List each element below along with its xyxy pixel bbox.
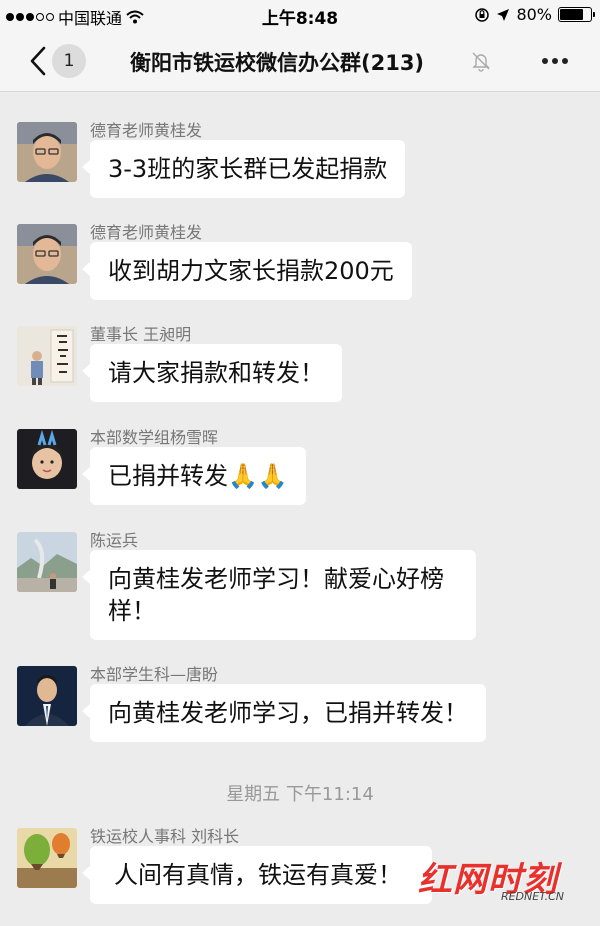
avatar-child-icon <box>17 429 77 489</box>
message-item: 德育老师黄桂发 收到胡力文家长捐款200元 <box>0 219 600 309</box>
avatar[interactable] <box>17 828 77 888</box>
sender-name: 本部数学组杨雪晖 <box>90 428 219 447</box>
avatar[interactable] <box>17 666 77 726</box>
sender-name: 董事长 王昶明 <box>90 325 192 344</box>
message-item: 本部数学组杨雪晖 已捐并转发🙏🙏 <box>0 424 600 514</box>
sender-name: 德育老师黄桂发 <box>90 121 203 140</box>
avatar-calligraphy-icon <box>17 326 77 386</box>
avatar[interactable] <box>17 326 77 386</box>
message-bubble[interactable]: 向黄桂发老师学习，已捐并转发！ <box>82 684 486 742</box>
avatar[interactable] <box>17 224 77 284</box>
sender-name: 陈运兵 <box>90 531 139 550</box>
message-bubble[interactable]: 已捐并转发🙏🙏 <box>82 447 306 505</box>
more-options-button[interactable] <box>542 58 568 64</box>
avatar-man-glasses-icon <box>17 122 77 182</box>
watermark-sub: REDNET.CN <box>500 890 564 903</box>
message-item: 陈运兵 向黄桂发老师学习！献爱心好榜样！ <box>0 527 600 647</box>
chat-title: 衡阳市铁运校微信办公群(213) <box>130 51 425 75</box>
mute-bell-icon <box>472 52 490 72</box>
avatar[interactable] <box>17 122 77 182</box>
sender-name: 本部学生科—唐盼 <box>90 665 219 684</box>
battery-icon <box>558 7 595 22</box>
unread-count-badge[interactable]: 1 <box>52 44 86 78</box>
message-item: 本部学生科—唐盼 向黄桂发老师学习，已捐并转发！ <box>0 661 600 751</box>
message-item: 德育老师黄桂发 3-3班的家长群已发起捐款 <box>0 117 600 207</box>
message-bubble[interactable]: 收到胡力文家长捐款200元 <box>82 242 412 300</box>
avatar[interactable] <box>17 532 77 592</box>
avatar[interactable] <box>17 429 77 489</box>
message-bubble[interactable]: 向黄桂发老师学习！献爱心好榜样！ <box>82 550 476 640</box>
back-chevron-icon[interactable] <box>24 44 54 78</box>
avatar-man-glasses-icon <box>17 224 77 284</box>
message-item: 董事长 王昶明 请大家捐款和转发！ <box>0 321 600 411</box>
avatar-balloon-icon <box>17 828 77 888</box>
watermark-logo: 红网时刻 REDNET.CN <box>418 852 568 908</box>
status-bar: 中国联通 上午8:48 80% <box>0 0 600 30</box>
message-bubble[interactable]: 3-3班的家长群已发起捐款 <box>81 140 406 198</box>
avatar-man-suit-icon <box>17 666 77 726</box>
message-bubble[interactable]: 请大家捐款和转发！ <box>82 344 342 402</box>
rotation-lock-icon <box>475 7 490 22</box>
chat-header: 1 衡阳市铁运校微信办公群(213) <box>0 30 600 92</box>
time-separator: 星期五 下午11:14 <box>226 784 374 805</box>
battery-percent: 80% <box>516 5 552 24</box>
message-bubble[interactable]: 人间有真情，铁运有真爱！ <box>82 846 432 904</box>
avatar-landscape-icon <box>17 532 77 592</box>
sender-name: 铁运校人事科 刘科长 <box>90 827 240 846</box>
location-arrow-icon <box>497 8 510 21</box>
sender-name: 德育老师黄桂发 <box>90 223 203 242</box>
